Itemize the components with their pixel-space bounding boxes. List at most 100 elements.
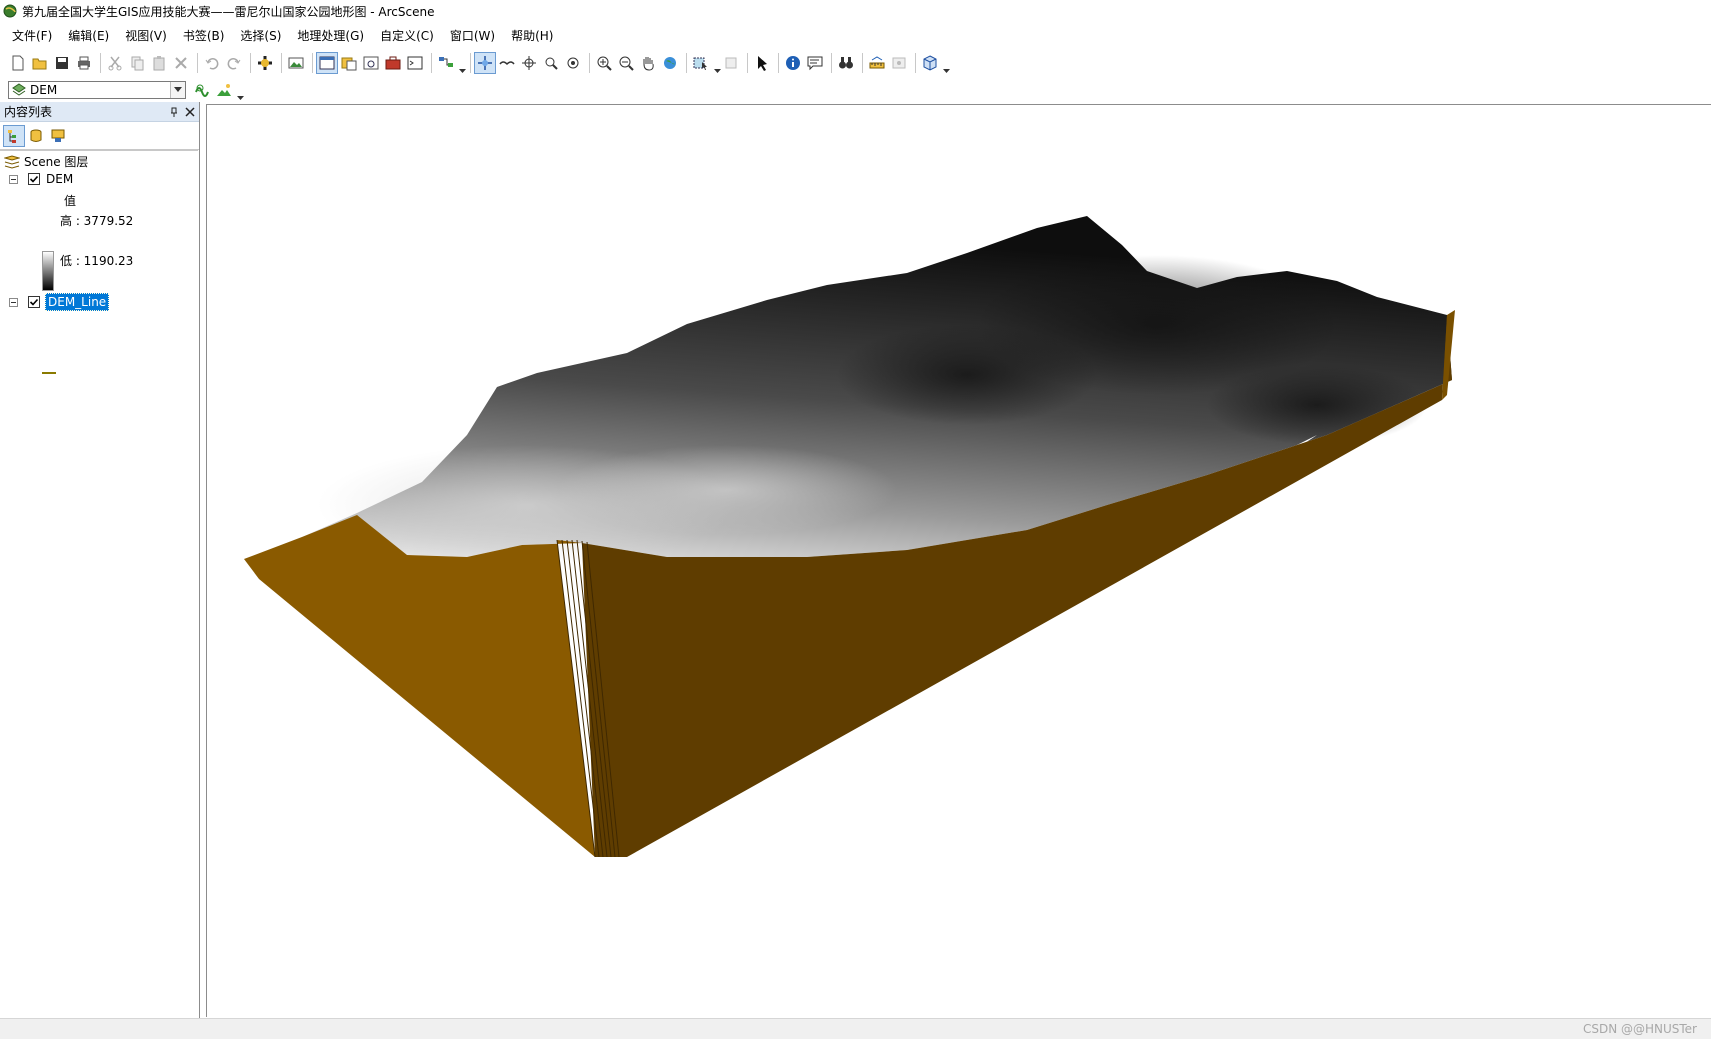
cut-button[interactable] <box>105 53 125 73</box>
close-toc-button[interactable] <box>185 106 195 117</box>
toc-layer-tree: Scene 图层 DEM 值 高 : 3779.52 低 : 1190.23 D… <box>0 150 198 1018</box>
menu-window[interactable]: 窗口(W) <box>442 27 503 44</box>
checkmark-icon <box>29 298 39 306</box>
set-observer-tool[interactable] <box>563 53 583 73</box>
dropdown-arrow[interactable] <box>170 81 185 98</box>
undo-button[interactable] <box>202 53 222 73</box>
select-elements-tool[interactable] <box>752 53 772 73</box>
html-popup-tool[interactable] <box>805 53 825 73</box>
list-by-drawing-order-button[interactable] <box>3 124 25 147</box>
dem-line-layer-row[interactable]: DEM_Line <box>9 293 110 311</box>
scene-properties-button[interactable] <box>920 53 940 73</box>
copy-button[interactable] <box>127 53 147 73</box>
toolbar-separator <box>470 53 471 73</box>
modelbuilder-button[interactable] <box>436 53 456 73</box>
pointer-arrow-icon <box>758 56 767 71</box>
navigate-tool[interactable] <box>474 52 496 74</box>
dem-low-value: 低 : 1190.23 <box>60 254 134 268</box>
redo-button[interactable] <box>224 53 244 73</box>
raster-layer-icon <box>12 82 26 96</box>
menu-selection[interactable]: 选择(S) <box>232 27 289 44</box>
catalog-window-button[interactable] <box>339 53 359 73</box>
arctoolbox-icon <box>385 56 401 70</box>
dem-layer-row[interactable]: DEM <box>9 172 73 186</box>
measure-tool[interactable] <box>867 53 887 73</box>
copy-icon <box>131 56 144 71</box>
delete-button[interactable] <box>171 53 191 73</box>
list-by-source-button[interactable] <box>26 126 46 146</box>
animation-tool[interactable] <box>889 53 909 73</box>
pan-tool[interactable] <box>638 53 658 73</box>
lighting-button[interactable] <box>214 80 234 100</box>
dem-layer-name[interactable]: DEM <box>46 172 73 186</box>
menu-bar: 文件(F) 编辑(E) 视图(V) 书签(B) 选择(S) 地理处理(G) 自定… <box>0 22 1711 48</box>
menu-geoprocessing[interactable]: 地理处理(G) <box>289 27 372 44</box>
dem-line-layer-name[interactable]: DEM_Line <box>45 293 110 311</box>
pin-icon <box>171 107 177 117</box>
scene-viewer[interactable] <box>206 104 1711 1017</box>
dem-line-visibility-checkbox[interactable] <box>28 296 40 308</box>
scene-layers-node[interactable]: Scene 图层 <box>4 153 88 170</box>
paste-button[interactable] <box>149 53 169 73</box>
zoom-out-tool[interactable] <box>616 53 636 73</box>
layer-transparency-button[interactable] <box>192 80 212 100</box>
select-features-dropdown[interactable] <box>713 52 721 74</box>
search-window-button[interactable] <box>361 53 381 73</box>
toolbar2-options-chevron[interactable] <box>236 79 244 101</box>
standard-toolbar <box>0 49 1711 77</box>
menu-bookmarks[interactable]: 书签(B) <box>175 27 233 44</box>
chevron-down-icon <box>174 86 182 92</box>
transparency-icon <box>195 84 209 97</box>
add-image-button[interactable] <box>286 53 306 73</box>
new-document-button[interactable] <box>8 53 28 73</box>
terrain-lighting-icon <box>217 83 231 96</box>
menu-view[interactable]: 视图(V) <box>117 27 175 44</box>
select-features-tool[interactable] <box>691 53 711 73</box>
toolbar-separator <box>686 53 687 73</box>
menu-help[interactable]: 帮助(H) <box>503 27 561 44</box>
close-icon <box>185 106 195 117</box>
undo-icon <box>205 58 219 70</box>
print-button[interactable] <box>74 53 94 73</box>
dem-collapse-toggle[interactable] <box>9 174 18 184</box>
full-extent-button[interactable] <box>660 53 680 73</box>
toc-view-buttons <box>0 122 199 150</box>
open-folder-icon <box>32 58 47 70</box>
toolbar-options-chevron-2[interactable] <box>942 52 950 74</box>
zoom-to-target-tool[interactable] <box>541 53 561 73</box>
pin-button[interactable] <box>169 107 179 117</box>
python-window-button[interactable] <box>405 53 425 73</box>
layer-dropdown[interactable]: DEM <box>8 80 186 99</box>
add-data-button[interactable] <box>255 53 275 73</box>
toc-title: 内容列表 <box>4 105 53 119</box>
save-button[interactable] <box>52 53 72 73</box>
fly-tool[interactable] <box>497 53 517 73</box>
window-title: 第九届全国大学生GIS应用技能大赛——雷尼尔山国家公园地形图 - ArcScen… <box>22 4 435 19</box>
toolbar-options-chevron[interactable] <box>458 52 466 74</box>
list-by-visibility-button[interactable] <box>48 126 68 146</box>
toc-window-icon <box>319 56 335 70</box>
dem-line-collapse-toggle[interactable] <box>9 297 18 307</box>
menu-edit[interactable]: 编辑(E) <box>60 27 117 44</box>
toolbar-separator <box>250 53 251 73</box>
menu-customize[interactable]: 自定义(C) <box>372 27 442 44</box>
zoom-in-tool[interactable] <box>594 53 614 73</box>
terrain-shadow <box>1207 365 1427 445</box>
target-center-tool[interactable] <box>519 53 539 73</box>
dem-visibility-checkbox[interactable] <box>28 173 40 185</box>
print-icon <box>78 56 90 70</box>
toolbar-separator <box>747 53 748 73</box>
redo-icon <box>227 58 241 70</box>
cut-icon <box>108 56 122 71</box>
model-builder-icon <box>439 57 453 67</box>
clear-selection-button[interactable] <box>721 53 741 73</box>
select-features-icon <box>693 57 707 70</box>
identify-tool[interactable] <box>783 53 803 73</box>
menu-file[interactable]: 文件(F) <box>0 27 60 44</box>
open-button[interactable] <box>30 53 50 73</box>
find-tool[interactable] <box>836 53 856 73</box>
arctoolbox-button[interactable] <box>383 53 403 73</box>
paste-icon <box>153 56 165 71</box>
table-of-contents-button[interactable] <box>316 52 338 74</box>
observer-icon <box>567 57 579 69</box>
